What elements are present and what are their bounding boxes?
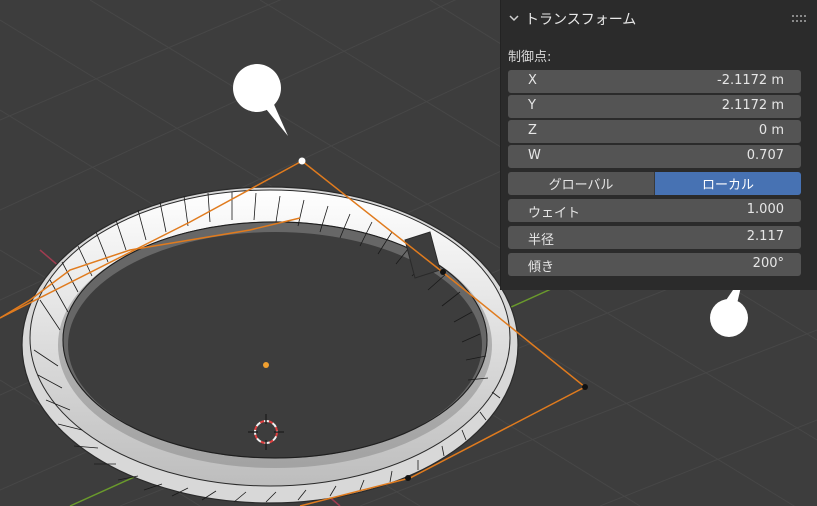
field-value: 0.707 — [746, 148, 784, 163]
z-field[interactable]: Z 0 m — [508, 120, 801, 143]
field-value: 0 m — [758, 123, 784, 138]
field-value: -2.1172 m — [717, 73, 784, 88]
w-field[interactable]: W 0.707 — [508, 145, 801, 168]
chevron-down-icon[interactable] — [509, 13, 519, 23]
field-label: 傾き — [528, 260, 555, 275]
drag-grip-icon[interactable] — [792, 15, 806, 23]
field-value: 2.117 — [746, 229, 784, 244]
field-value: 2.1172 m — [721, 98, 784, 113]
space-toggle: グローバル ローカル — [508, 172, 801, 195]
field-label: Y — [528, 98, 536, 113]
x-field[interactable]: X -2.1172 m — [508, 70, 801, 93]
field-label: Z — [528, 123, 537, 138]
callout-pin-icon — [233, 64, 288, 136]
ring-mesh[interactable] — [21, 186, 519, 504]
control-point[interactable] — [405, 475, 411, 481]
control-point[interactable] — [440, 269, 446, 275]
field-value: 1.000 — [746, 202, 784, 217]
control-point[interactable] — [582, 384, 588, 390]
object-origin — [263, 362, 269, 368]
panel-header[interactable]: トランスフォーム — [501, 0, 817, 38]
tilt-field[interactable]: 傾き 200° — [508, 253, 801, 276]
control-point-label: 制御点: — [508, 50, 552, 65]
radius-field[interactable]: 半径 2.117 — [508, 226, 801, 249]
field-label: W — [528, 148, 541, 163]
y-field[interactable]: Y 2.1172 m — [508, 95, 801, 118]
field-label: ウェイト — [528, 206, 581, 221]
transform-panel: トランスフォーム 制御点: X -2.1172 m Y 2.1172 m Z 0… — [500, 0, 817, 290]
field-value: 200° — [752, 256, 784, 271]
local-button[interactable]: ローカル — [655, 172, 801, 195]
control-point-selected[interactable] — [298, 157, 306, 165]
weight-field[interactable]: ウェイト 1.000 — [508, 199, 801, 222]
field-label: 半径 — [528, 233, 555, 248]
panel-title: トランスフォーム — [525, 12, 637, 28]
global-button[interactable]: グローバル — [508, 172, 654, 195]
field-label: X — [528, 73, 537, 88]
